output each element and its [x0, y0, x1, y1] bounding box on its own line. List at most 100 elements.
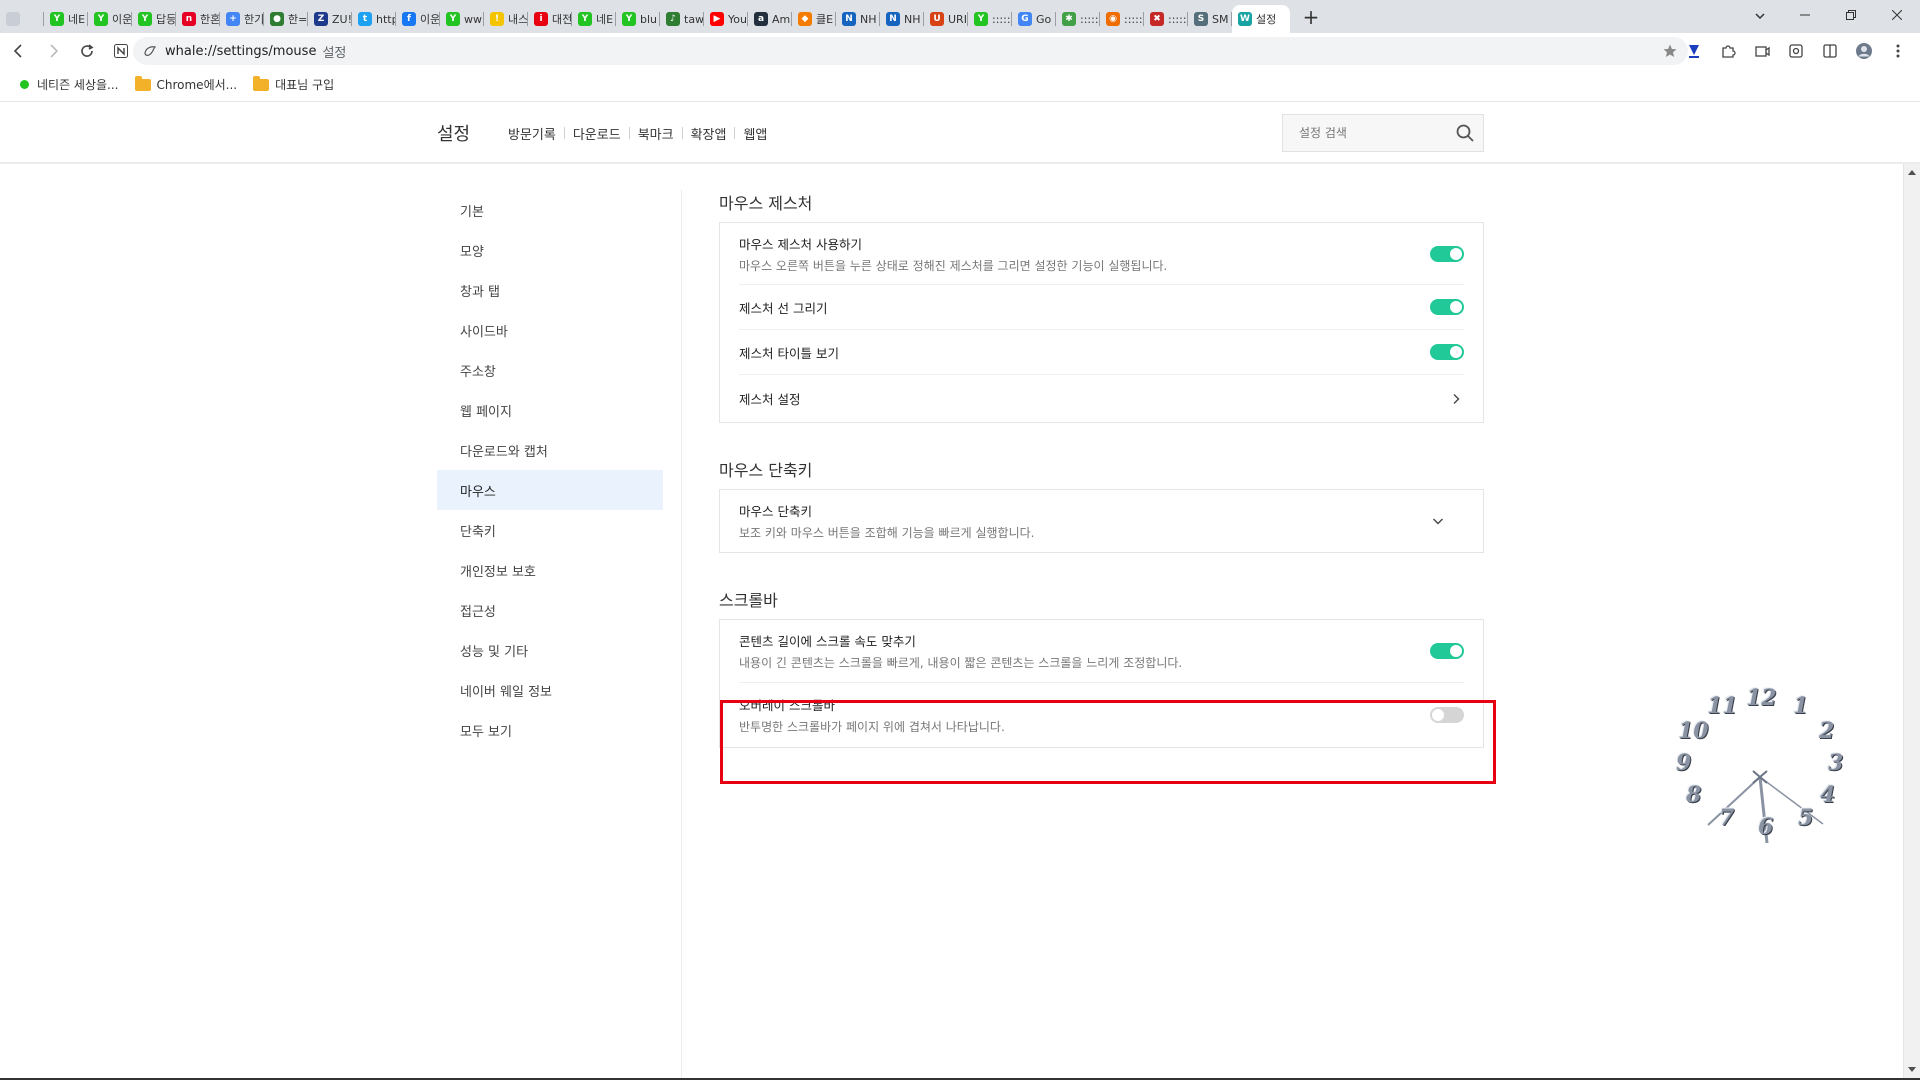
restore-button[interactable]: [1828, 0, 1874, 30]
page-scrollbar[interactable]: [1903, 164, 1920, 1080]
gesture-title-toggle[interactable]: [1430, 344, 1464, 360]
sidebar-item-performance[interactable]: 성능 및 기타: [437, 630, 663, 670]
chevron-down-icon: [1430, 513, 1446, 529]
tab[interactable]: G Go: [1012, 5, 1056, 33]
nav-webapps[interactable]: 웹앱: [735, 124, 775, 143]
tab[interactable]: n 한혼: [176, 5, 220, 33]
nav-bookmarks[interactable]: 북마크: [630, 124, 682, 143]
chevron-right-icon: [1448, 391, 1464, 407]
nav-history[interactable]: 방문기록: [500, 124, 564, 143]
tab[interactable]: ● 한=: [264, 5, 308, 33]
new-tab-button[interactable]: +: [1298, 4, 1324, 30]
profile-button[interactable]: [1852, 39, 1876, 63]
mouse-shortcut-row[interactable]: 마우스 단축키 보조 키와 마우스 버튼을 조합해 기능을 빠르게 실행합니다.: [739, 490, 1464, 552]
sidebar-item-sidebar[interactable]: 사이드바: [437, 310, 663, 350]
tab-label: SM: [1212, 12, 1229, 26]
tab-label: 답등: [156, 13, 176, 26]
tab[interactable]: ▶ You: [704, 5, 748, 33]
section-title-gesture: 마우스 제스처: [719, 194, 813, 213]
search-button[interactable]: [1455, 123, 1475, 143]
tab[interactable]: Yblu: [616, 5, 660, 33]
tab[interactable]: N NH: [836, 5, 880, 33]
sidebar-toggle-button[interactable]: [1818, 39, 1842, 63]
naver-n-icon: [114, 43, 128, 58]
tab[interactable]: Y 답등: [132, 5, 176, 33]
tab[interactable]: [0, 5, 44, 33]
sidebar-item-windows-tabs[interactable]: 창과 탭: [437, 270, 663, 310]
sidebar-item-view-all[interactable]: 모두 보기: [437, 710, 663, 750]
settings-top-nav: 방문기록 다운로드 북마크 확장앱 웹앱: [500, 124, 775, 143]
sidebar-item-mouse[interactable]: 마우스: [437, 470, 663, 510]
tab-label: NH: [860, 12, 877, 26]
bookmark-folder[interactable]: Chrome에서...: [134, 75, 237, 93]
gesture-enable-row: 마우스 제스처 사용하기 마우스 오른쪽 버튼을 누른 상태로 정해진 제스처를…: [739, 223, 1464, 285]
tab-active[interactable]: W 설정: [1232, 5, 1290, 33]
close-window-button[interactable]: [1874, 0, 1920, 30]
tab[interactable]: + 한기: [220, 5, 264, 33]
sidebar-item-privacy[interactable]: 개인정보 보호: [437, 550, 663, 590]
bookmark-item[interactable]: 네티즌 세상을...: [20, 76, 119, 93]
sidebar-item-appearance[interactable]: 모양: [437, 230, 663, 270]
sidebar-item-address-bar[interactable]: 주소창: [437, 350, 663, 390]
sidebar-item-about[interactable]: 네이버 웨일 정보: [437, 670, 663, 710]
menu-button[interactable]: [1886, 39, 1910, 63]
back-button[interactable]: [4, 36, 34, 66]
tab[interactable]: f 이운: [396, 5, 440, 33]
section-title-shortcut: 마우스 단축키: [719, 461, 813, 480]
browser-toolbar: whale://settings/mouse 설정: [0, 33, 1920, 68]
tab[interactable]: Yww: [440, 5, 484, 33]
minimize-button[interactable]: [1782, 0, 1828, 30]
sidebar-item-shortcuts[interactable]: 단축키: [437, 510, 663, 550]
scroll-up-icon[interactable]: [1908, 170, 1916, 175]
scroll-speed-toggle[interactable]: [1430, 643, 1464, 659]
tab[interactable]: t http: [352, 5, 396, 33]
gesture-enable-toggle[interactable]: [1430, 245, 1464, 262]
sidebar-item-accessibility[interactable]: 접근성: [437, 590, 663, 630]
tab[interactable]: a Am: [748, 5, 792, 33]
tab[interactable]: Z ZU!: [308, 5, 352, 33]
tab[interactable]: ◆ 클E: [792, 5, 836, 33]
favicon-icon: ✖: [1150, 12, 1164, 26]
gesture-line-toggle[interactable]: [1430, 299, 1464, 315]
tab-label: You: [728, 12, 747, 26]
download-extension-button[interactable]: [1682, 39, 1706, 63]
tab[interactable]: N NH: [880, 5, 924, 33]
clock-number: 12: [1746, 685, 1777, 711]
tab[interactable]: Y 네E: [44, 5, 88, 33]
settings-gear-button[interactable]: [1784, 39, 1808, 63]
tab-label: 한혼: [200, 13, 220, 26]
clock-number: 1: [1793, 693, 1809, 719]
overlay-scrollbar-toggle[interactable]: [1430, 707, 1464, 723]
nav-downloads[interactable]: 다운로드: [565, 124, 629, 143]
tab[interactable]: ✱:::::: [1056, 5, 1100, 33]
address-bar[interactable]: whale://settings/mouse 설정: [133, 37, 1688, 65]
scroll-down-icon[interactable]: [1908, 1067, 1916, 1072]
tab[interactable]: ♪ taw: [660, 5, 704, 33]
tab[interactable]: Y 네E: [572, 5, 616, 33]
favicon-icon: i: [534, 12, 548, 26]
gesture-settings-row[interactable]: 제스처 설정: [739, 375, 1464, 422]
forward-button[interactable]: [38, 36, 68, 66]
settings-search-input[interactable]: [1297, 125, 1447, 141]
tab[interactable]: ✖:::::: [1144, 5, 1188, 33]
nav-extensions[interactable]: 확장앱: [683, 124, 735, 143]
naver-home-button[interactable]: [106, 36, 136, 66]
tab[interactable]: U URI: [924, 5, 968, 33]
capture-button[interactable]: [1750, 39, 1774, 63]
bookmark-folder[interactable]: 대표님 구입: [253, 75, 334, 93]
tab[interactable]: ◉:::::: [1100, 5, 1144, 33]
avatar-icon: [1856, 42, 1872, 59]
tab[interactable]: S SM: [1188, 5, 1232, 33]
sidebar-item-web-page[interactable]: 웹 페이지: [437, 390, 663, 430]
tab[interactable]: Y:::::: [968, 5, 1012, 33]
reload-button[interactable]: [72, 36, 102, 66]
tab[interactable]: ! 내스: [484, 5, 528, 33]
extensions-button[interactable]: [1716, 39, 1740, 63]
back-arrow-icon: [13, 43, 22, 58]
tab[interactable]: Y 이운: [88, 5, 132, 33]
tab-search-button[interactable]: [1750, 6, 1770, 26]
sidebar-item-basic[interactable]: 기본: [437, 190, 663, 230]
bookmark-star-button[interactable]: [1662, 43, 1678, 59]
sidebar-item-download-capture[interactable]: 다운로드와 캡처: [437, 430, 663, 470]
tab[interactable]: i 대전: [528, 5, 572, 33]
